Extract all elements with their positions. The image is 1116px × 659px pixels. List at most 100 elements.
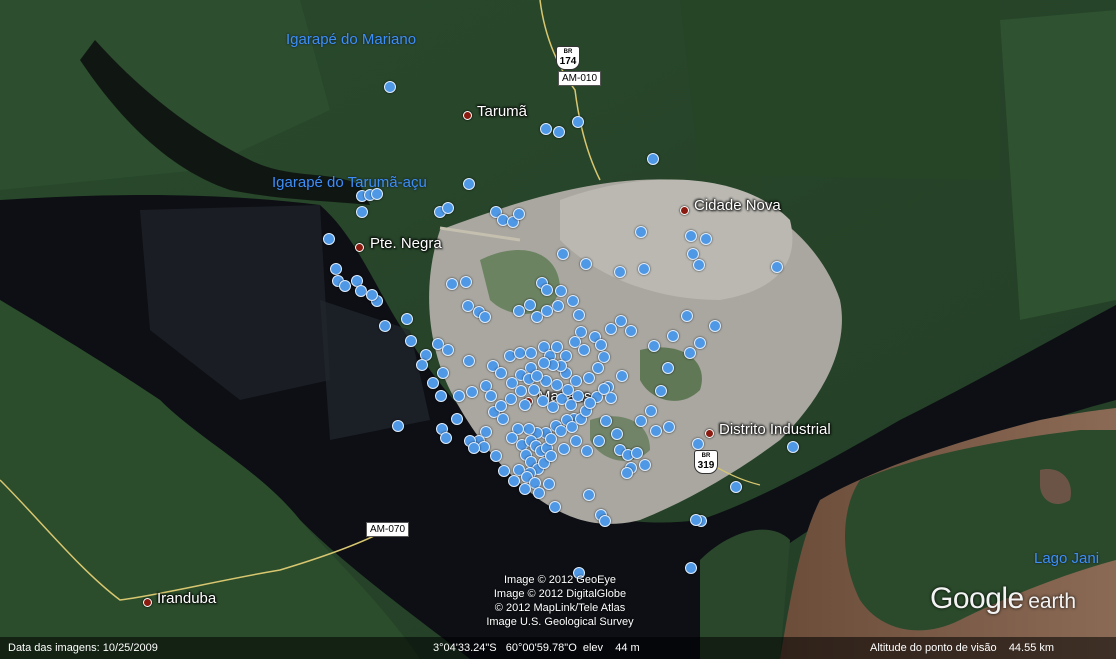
placemark-pin[interactable] <box>555 285 567 297</box>
placemark-pin[interactable] <box>525 347 537 359</box>
placemark-pin[interactable] <box>551 379 563 391</box>
placemark-pin[interactable] <box>647 153 659 165</box>
placemark-pin[interactable] <box>605 323 617 335</box>
placemark-pin[interactable] <box>567 295 579 307</box>
placemark-pin[interactable] <box>497 413 509 425</box>
placemark-pin[interactable] <box>519 483 531 495</box>
placemark-pin[interactable] <box>401 313 413 325</box>
placemark-pin[interactable] <box>453 390 465 402</box>
placemark-pin[interactable] <box>528 384 540 396</box>
placemark-pin[interactable] <box>519 399 531 411</box>
place-label-cidade-nova[interactable]: Cidade Nova <box>694 197 781 214</box>
placemark-pin[interactable] <box>533 487 545 499</box>
placemark-pin[interactable] <box>330 263 342 275</box>
placemark-pin[interactable] <box>524 299 536 311</box>
placemark-pin[interactable] <box>495 367 507 379</box>
placemark-pin[interactable] <box>531 370 543 382</box>
placemark-pin[interactable] <box>356 206 368 218</box>
placemark-pin[interactable] <box>663 421 675 433</box>
placemark-pin[interactable] <box>323 233 335 245</box>
placemark-pin[interactable] <box>541 305 553 317</box>
placemark-pin[interactable] <box>451 413 463 425</box>
placemark-pin[interactable] <box>599 515 611 527</box>
placemark-pin[interactable] <box>460 276 472 288</box>
placemark-pin[interactable] <box>645 405 657 417</box>
placemark-pin[interactable] <box>366 289 378 301</box>
placemark-pin[interactable] <box>635 415 647 427</box>
place-label-pte-negra[interactable]: Pte. Negra <box>370 235 442 252</box>
placemark-pin[interactable] <box>730 481 742 493</box>
placemark-pin[interactable] <box>690 514 702 526</box>
placemark-pin[interactable] <box>598 383 610 395</box>
placemark-pin[interactable] <box>513 208 525 220</box>
place-label-taruma[interactable]: Tarumã <box>477 103 527 120</box>
placemark-pin[interactable] <box>631 447 643 459</box>
placemark-pin[interactable] <box>442 202 454 214</box>
placemark-pin[interactable] <box>684 347 696 359</box>
placemark-pin[interactable] <box>583 489 595 501</box>
placemark-pin[interactable] <box>437 367 449 379</box>
placemark-pin[interactable] <box>523 423 535 435</box>
placemark-pin[interactable] <box>685 230 697 242</box>
placemark-pin[interactable] <box>662 362 674 374</box>
placemark-pin[interactable] <box>692 438 704 450</box>
placemark-pin[interactable] <box>598 351 610 363</box>
place-label-iranduba[interactable]: Iranduba <box>157 590 216 607</box>
placemark-pin[interactable] <box>638 263 650 275</box>
placemark-pin[interactable] <box>384 81 396 93</box>
placemark-pin[interactable] <box>495 400 507 412</box>
placemark-pin[interactable] <box>593 435 605 447</box>
placemark-pin[interactable] <box>611 428 623 440</box>
placemark-pin[interactable] <box>667 330 679 342</box>
placemark-pin[interactable] <box>787 441 799 453</box>
placemark-pin[interactable] <box>614 266 626 278</box>
placemark-pin[interactable] <box>371 188 383 200</box>
placemark-pin[interactable] <box>557 248 569 260</box>
placemark-pin[interactable] <box>552 300 564 312</box>
placemark-pin[interactable] <box>639 459 651 471</box>
placemark-pin[interactable] <box>558 443 570 455</box>
placemark-pin[interactable] <box>578 344 590 356</box>
placemark-pin[interactable] <box>537 395 549 407</box>
placemark-pin[interactable] <box>379 320 391 332</box>
placemark-pin[interactable] <box>553 126 565 138</box>
placemark-pin[interactable] <box>549 501 561 513</box>
placemark-pin[interactable] <box>580 258 592 270</box>
placemark-pin[interactable] <box>709 320 721 332</box>
map-view[interactable]: Igarapé do Mariano Igarapé do Tarumã-açu… <box>0 0 1116 659</box>
placemark-pin[interactable] <box>600 415 612 427</box>
placemark-pin[interactable] <box>681 310 693 322</box>
placemark-pin[interactable] <box>538 357 550 369</box>
placemark-pin[interactable] <box>468 442 480 454</box>
placemark-pin[interactable] <box>490 450 502 462</box>
placemark-pin[interactable] <box>650 425 662 437</box>
placemark-pin[interactable] <box>541 284 553 296</box>
placemark-pin[interactable] <box>405 335 417 347</box>
placemark-pin[interactable] <box>505 393 517 405</box>
placemark-pin[interactable] <box>435 390 447 402</box>
placemark-pin[interactable] <box>771 261 783 273</box>
placemark-pin[interactable] <box>440 432 452 444</box>
placemark-pin[interactable] <box>694 337 706 349</box>
place-label-distrito-industrial[interactable]: Distrito Industrial <box>719 421 831 438</box>
placemark-pin[interactable] <box>592 362 604 374</box>
placemark-pin[interactable] <box>573 309 585 321</box>
placemark-pin[interactable] <box>621 467 633 479</box>
placemark-pin[interactable] <box>648 340 660 352</box>
placemark-pin[interactable] <box>562 384 574 396</box>
placemark-pin[interactable] <box>700 233 712 245</box>
placemark-pin[interactable] <box>463 178 475 190</box>
placemark-pin[interactable] <box>655 385 667 397</box>
placemark-pin[interactable] <box>595 339 607 351</box>
placemark-pin[interactable] <box>615 315 627 327</box>
placemark-pin[interactable] <box>513 305 525 317</box>
placemark-pin[interactable] <box>485 390 497 402</box>
placemark-pin[interactable] <box>693 259 705 271</box>
placemark-pin[interactable] <box>508 475 520 487</box>
placemark-pin[interactable] <box>570 435 582 447</box>
placemark-pin[interactable] <box>446 278 458 290</box>
placemark-pin[interactable] <box>545 450 557 462</box>
placemark-pin[interactable] <box>572 390 584 402</box>
placemark-pin[interactable] <box>635 226 647 238</box>
placemark-pin[interactable] <box>616 370 628 382</box>
